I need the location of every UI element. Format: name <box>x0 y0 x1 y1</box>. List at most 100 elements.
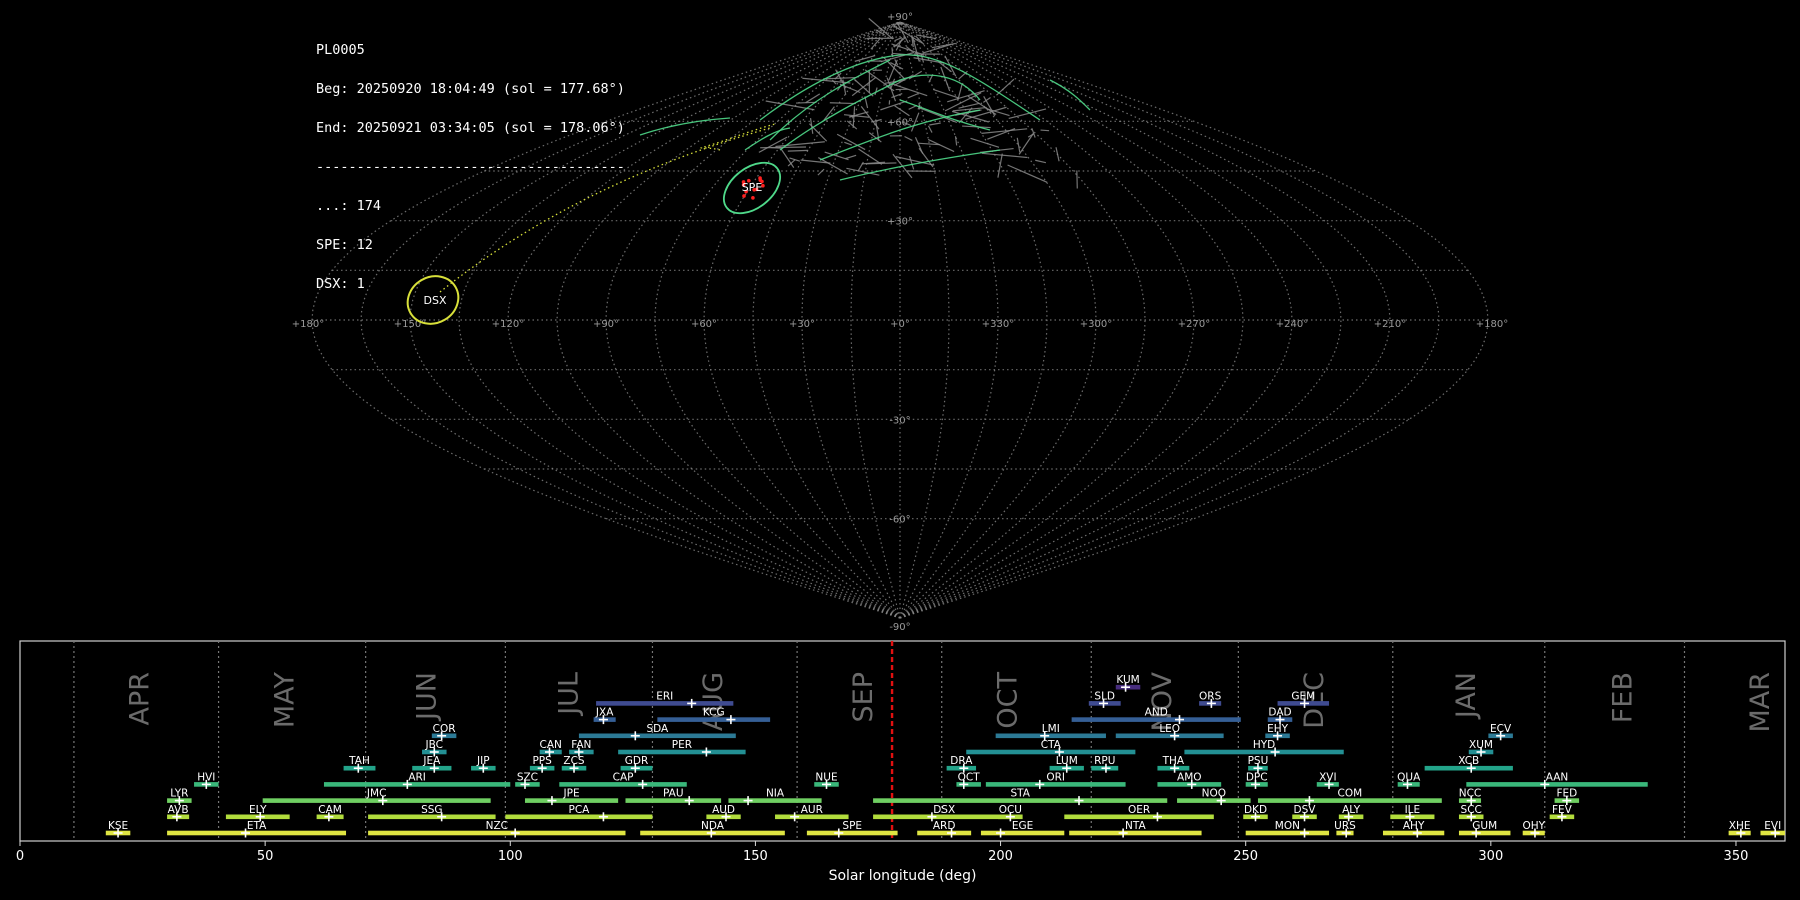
lon-tick-label: +30° <box>789 319 815 330</box>
meteor-trail <box>823 106 835 121</box>
shower-label: ERI <box>656 690 673 702</box>
meteor-trail <box>864 69 890 88</box>
shower-ocu: OCU <box>998 804 1023 822</box>
lon-tick-label: +210° <box>1374 319 1406 330</box>
shower-label: ECV <box>1490 723 1512 735</box>
shower-label: ILE <box>1405 804 1421 816</box>
shower-label: LMI <box>1042 723 1060 735</box>
shower-label: AAN <box>1546 771 1569 783</box>
shower-gdr: GDR <box>620 755 653 773</box>
shower-label: DSV <box>1294 804 1317 816</box>
month-label-jun: JUN <box>411 672 442 722</box>
timeline-frame <box>19 640 1786 842</box>
meteor-trail <box>860 105 880 130</box>
shower-dkd: DKD <box>1243 804 1268 822</box>
shower-ors: ORS <box>1199 690 1222 708</box>
shower-label: SCC <box>1461 804 1482 816</box>
meteor-trail <box>1035 159 1047 164</box>
shower-oct: OCT <box>956 771 981 789</box>
shower-fed: FED <box>1554 788 1580 806</box>
month-label-oct: OCT <box>992 672 1023 729</box>
shower-label: NUE <box>815 771 837 783</box>
shower-label: EHY <box>1267 723 1289 735</box>
shower-label: EVI <box>1764 820 1781 832</box>
shower-label: XHE <box>1729 820 1751 832</box>
lat-tick-label: +30° <box>887 217 913 228</box>
shower-kse: KSE <box>105 820 131 838</box>
shower-label: HYD <box>1253 739 1275 751</box>
shower-label: XVI <box>1319 771 1336 783</box>
lon-tick-label: +240° <box>1276 319 1308 330</box>
meteor-trail <box>932 88 959 99</box>
shower-label: OER <box>1128 804 1150 816</box>
shower-label: NIA <box>766 788 785 800</box>
shower-label: PPS <box>532 755 552 767</box>
shower-label: PSU <box>1248 755 1269 767</box>
spe-radiant-point <box>751 196 755 200</box>
shower-label: OCU <box>999 804 1022 816</box>
spe-radiant-point <box>758 176 762 180</box>
meteor-trail <box>927 138 955 153</box>
shower-label: CAM <box>318 804 342 816</box>
shower-label: THA <box>1162 755 1185 767</box>
meteor-trail <box>880 100 908 111</box>
shower-lyr: LYR <box>167 788 192 806</box>
shower-kum: KUM <box>1115 674 1141 692</box>
shower-label: DRA <box>950 755 973 767</box>
lon-tick-label: +90° <box>593 319 619 330</box>
shower-label: KCG <box>703 707 725 719</box>
shower-label: FEV <box>1552 804 1573 816</box>
shower-label: NDA <box>701 820 725 832</box>
shower-pps: PPS <box>529 755 555 773</box>
shower-label: ALY <box>1342 804 1361 816</box>
shower-dra: DRA <box>946 755 977 773</box>
shower-label: AHY <box>1403 820 1425 832</box>
shower-label: OHY <box>1522 820 1545 832</box>
info-id: PL0005 <box>316 42 365 58</box>
lon-tick-label: +270° <box>1178 319 1210 330</box>
meteor-trail <box>907 93 919 99</box>
shower-label: SSG <box>421 804 442 816</box>
lon-tick-label: +120° <box>492 319 524 330</box>
shower-label: ORI <box>1046 771 1065 783</box>
shower-xum: XUM <box>1468 739 1494 757</box>
shower-label: CTA <box>1041 739 1062 751</box>
shower-label: JXA <box>595 707 614 719</box>
shower-label: KSE <box>108 820 128 832</box>
shower-label: AUD <box>712 804 735 816</box>
shower-label: XUM <box>1469 739 1493 751</box>
shower-label: LYR <box>170 788 188 800</box>
shower-label: SZC <box>517 771 538 783</box>
shower-label: URS <box>1334 820 1356 832</box>
x-tick-label: 150 <box>743 849 768 864</box>
meteor-trail <box>888 82 928 97</box>
shower-zcs: ZCS <box>561 755 587 773</box>
shower-cam: CAM <box>316 804 344 822</box>
month-label-jul: JUL <box>554 672 585 717</box>
shower-xhe: XHE <box>1728 820 1751 838</box>
shower-label: GUM <box>1472 820 1497 832</box>
shower-label: JMC <box>366 788 387 800</box>
meteor-trail <box>1018 133 1034 155</box>
shower-label: SLD <box>1094 690 1115 702</box>
shower-cor: COR <box>431 723 457 741</box>
sky-map: +180° +150° +120° +90° +60° +30° +0° +330° +300°… <box>292 12 1508 630</box>
info-begin: Beg: 20250920 18:04:49 (sol = 177.68°) <box>316 81 625 97</box>
shower-label: FED <box>1556 788 1577 800</box>
meteor-trail <box>829 102 856 105</box>
meteor-trail <box>805 93 821 104</box>
shower-nue: NUE <box>814 771 839 789</box>
shower-jbc: JBC <box>422 739 447 757</box>
shower-label: STA <box>1010 788 1030 800</box>
shower-label: LEO <box>1159 723 1180 735</box>
lat-tick-label: -60° <box>889 515 910 526</box>
shower-hvi: HVI <box>194 771 219 789</box>
shower-label: NZC <box>486 820 508 832</box>
lon-tick-label: +0° <box>890 319 910 330</box>
shower-ehy: EHY <box>1265 723 1290 741</box>
meteor-trail <box>958 102 980 109</box>
shower-ecv: ECV <box>1488 723 1513 741</box>
month-label-jan: JAN <box>1451 672 1482 720</box>
shower-label: TAH <box>348 755 370 767</box>
shower-label: NTA <box>1125 820 1146 832</box>
